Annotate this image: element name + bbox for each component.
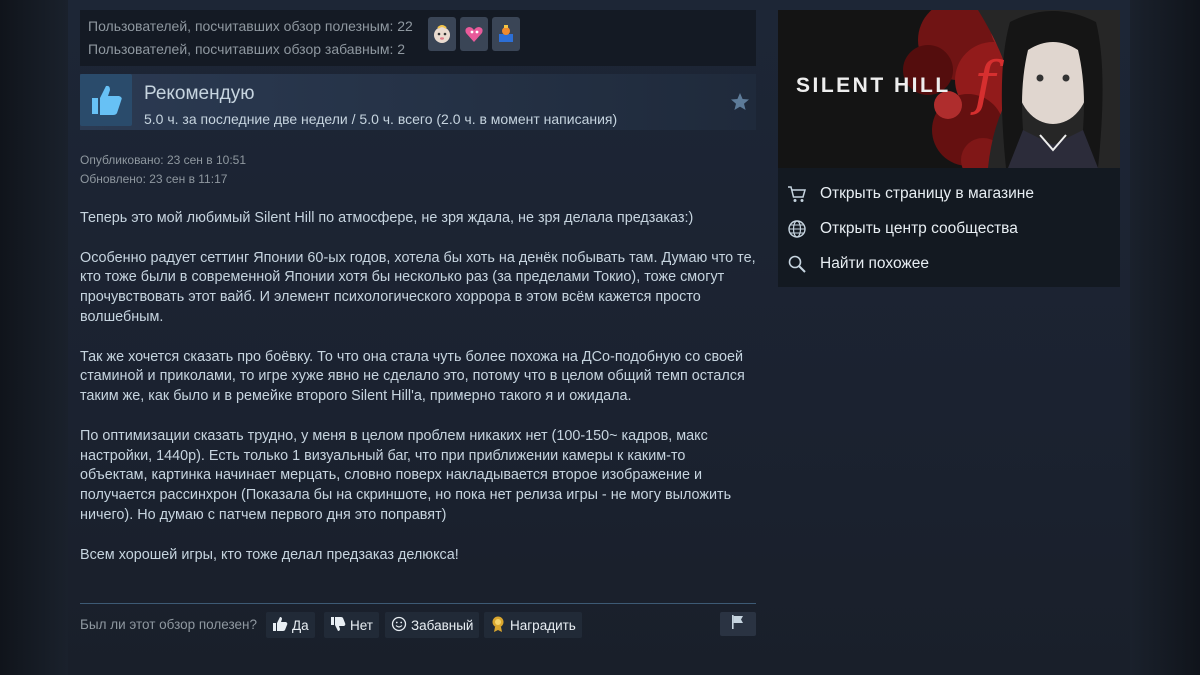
vote-yes-label: Да — [292, 617, 309, 633]
globe-icon — [786, 218, 808, 240]
report-button[interactable] — [720, 612, 756, 636]
review-body: Теперь это мой любимый Silent Hill по ат… — [80, 209, 756, 585]
thumbs-up-icon — [80, 74, 132, 126]
cart-icon — [786, 183, 808, 205]
smiley-icon — [391, 616, 407, 635]
review-dates: Опубликовано: 23 сен в 10:51 Обновлено: … — [80, 151, 246, 189]
playtime-hours: 5.0 ч. за последние две недели / 5.0 ч. … — [144, 111, 618, 127]
vote-funny-button[interactable]: Забавный — [385, 612, 480, 638]
pink-heart-award-icon[interactable] — [460, 17, 488, 51]
updated-date: Обновлено: 23 сен в 11:17 — [80, 172, 228, 186]
award-list — [428, 17, 520, 51]
recommendation-header: Рекомендую 5.0 ч. за последние две недел… — [80, 74, 756, 130]
treasure-award-icon[interactable] — [492, 17, 520, 51]
find-similar-link[interactable]: Найти похожее — [786, 251, 929, 277]
game-sidebar: SILENT HILL f Открыть страницу в магазин… — [778, 10, 1120, 287]
thumbs-down-icon — [330, 616, 346, 635]
review-page: Пользователей, посчитавших обзор полезны… — [68, 0, 1130, 675]
footer-divider — [80, 603, 756, 604]
review-paragraph: Теперь это мой любимый Silent Hill по ат… — [80, 210, 694, 226]
page-edge-right — [1130, 0, 1200, 675]
baby-face-award-icon[interactable] — [428, 17, 456, 51]
review-footer: Был ли этот обзор полезен? Да Нет Забавн… — [80, 612, 756, 638]
flag-icon — [730, 614, 746, 635]
recommendation-title[interactable]: Рекомендую — [144, 83, 254, 105]
helpful-question: Был ли этот обзор полезен? — [80, 617, 257, 632]
game-banner-image[interactable]: SILENT HILL f — [778, 10, 1120, 168]
star-icon[interactable] — [730, 92, 750, 112]
give-award-label: Наградить — [510, 617, 576, 633]
store-page-label: Открыть страницу в магазине — [820, 185, 1034, 202]
page-edge-left — [0, 0, 68, 675]
community-hub-link[interactable]: Открыть центр сообщества — [786, 216, 1018, 242]
community-hub-label: Открыть центр сообщества — [820, 220, 1018, 237]
vote-summary: Пользователей, посчитавших обзор полезны… — [80, 10, 756, 66]
store-page-link[interactable]: Открыть страницу в магазине — [786, 181, 1034, 207]
find-similar-label: Найти похожее — [820, 255, 930, 272]
review-column: Пользователей, посчитавших обзор полезны… — [80, 0, 756, 675]
search-icon — [786, 253, 808, 275]
review-paragraph: Так же хочется сказать про боёвку. То чт… — [80, 348, 745, 405]
vote-yes-button[interactable]: Да — [266, 612, 315, 638]
thumbs-up-icon — [272, 616, 288, 635]
game-logo-suffix: f — [974, 49, 996, 117]
review-paragraph: По оптимизации сказать трудно, у меня в … — [80, 427, 732, 523]
review-paragraph: Особенно радует сеттинг Японии 60-ых год… — [80, 249, 756, 325]
vote-no-label: Нет — [350, 617, 373, 633]
helpful-count: Пользователей, посчитавших обзор полезны… — [88, 18, 413, 34]
award-medal-icon — [490, 615, 506, 636]
review-paragraph: Всем хорошей игры, кто тоже делал предза… — [80, 546, 459, 563]
funny-count: Пользователей, посчитавших обзор забавны… — [88, 41, 406, 57]
vote-funny-label: Забавный — [411, 617, 474, 633]
game-logo-text: SILENT HILL — [796, 74, 951, 97]
published-date: Опубликовано: 23 сен в 10:51 — [80, 153, 247, 167]
give-award-button[interactable]: Наградить — [484, 612, 582, 638]
vote-no-button[interactable]: Нет — [324, 612, 379, 638]
